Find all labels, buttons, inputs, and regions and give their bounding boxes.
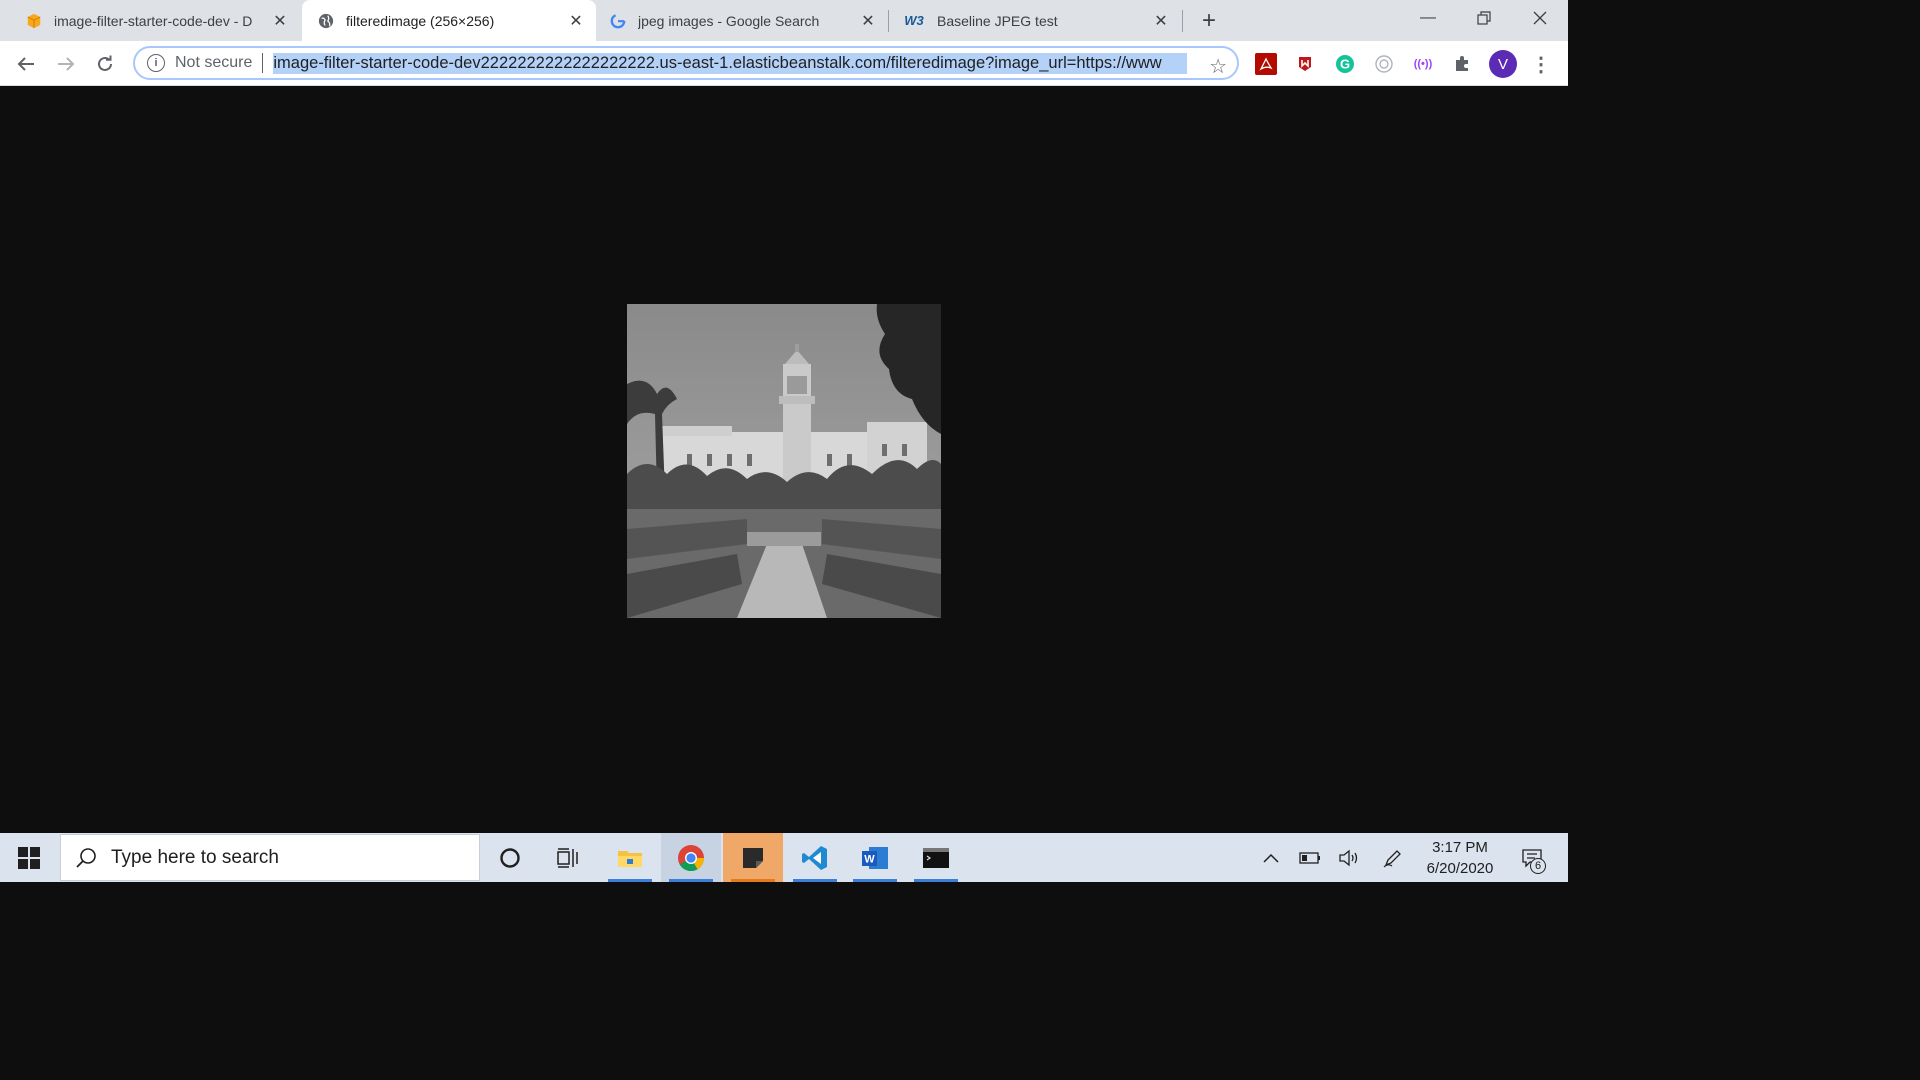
security-status[interactable]: Not secure [175,54,252,72]
tab-title: image-filter-starter-code-dev - D [54,12,253,29]
reload-button[interactable] [91,50,119,78]
broadcast-extension-icon[interactable]: ((•)) [1412,53,1434,75]
tab-title: Baseline JPEG test [937,12,1058,29]
close-window-button[interactable] [1512,0,1568,36]
file-explorer-icon[interactable] [600,833,660,882]
minimize-button[interactable]: — [1400,0,1456,36]
mcafee-extension-icon[interactable] [1294,53,1316,75]
page-content [0,86,1568,833]
notification-center-icon[interactable]: 6 [1512,833,1552,882]
w3c-icon: W3 [904,13,924,28]
back-button[interactable] [12,50,40,78]
filtered-image [627,304,941,618]
grammarly-extension-icon[interactable]: G [1334,53,1356,75]
battery-icon[interactable] [1296,833,1324,882]
new-tab-button[interactable]: + [1196,7,1222,34]
chrome-icon[interactable] [661,833,721,882]
word-icon[interactable]: W [845,833,905,882]
running-indicator [608,879,652,882]
divider [262,53,264,73]
svg-text:G: G [1340,57,1350,72]
restore-button[interactable] [1456,0,1512,36]
tab-google-search[interactable]: jpeg images - Google Search ✕ [596,0,888,41]
pen-icon[interactable] [1380,833,1406,882]
puzzle-extensions-icon[interactable] [1451,53,1473,75]
svg-text:W: W [864,853,875,865]
tab-title: jpeg images - Google Search [638,12,820,29]
menu-kebab-icon[interactable]: ⋮ [1530,53,1552,76]
tab-image-filter[interactable]: image-filter-starter-code-dev - D ✕ [0,0,300,41]
tab-strip: image-filter-starter-code-dev - D ✕ filt… [0,0,1568,41]
running-indicator [793,879,837,882]
clock-time: 3:17 PM [1432,839,1488,856]
notification-count-badge: 6 [1530,858,1546,874]
clock-date: 6/20/2020 [1426,860,1494,877]
vscode-icon[interactable] [785,833,845,882]
tab-separator [1182,10,1183,32]
close-icon[interactable]: ✕ [270,11,290,31]
profile-avatar[interactable]: V [1489,50,1517,78]
volume-icon[interactable] [1336,833,1362,882]
cortana-icon[interactable] [480,833,540,882]
system-clock[interactable]: 3:17 PM 6/20/2020 [1418,837,1502,879]
tab-baseline-jpeg[interactable]: W3 Baseline JPEG test ✕ [889,0,1181,41]
start-button[interactable] [0,833,58,882]
tab-filteredimage[interactable]: filteredimage (256×256) ✕ [302,0,596,41]
aws-box-icon [26,13,42,29]
search-placeholder: Type here to search [111,846,279,868]
running-indicator [669,879,713,882]
close-icon[interactable]: ✕ [566,11,586,31]
windows-taskbar: Type here to search W 3:17 PM 6/20/2020 … [0,833,1568,882]
close-icon[interactable]: ✕ [1151,11,1171,31]
task-view-icon[interactable] [538,833,598,882]
taskbar-search-input[interactable]: Type here to search [60,834,480,881]
close-icon[interactable]: ✕ [858,11,878,31]
acrobat-extension-icon[interactable] [1255,53,1277,75]
show-hidden-icons-chevron-icon[interactable] [1258,833,1284,882]
url-text[interactable]: image-filter-starter-code-dev22222222222… [273,52,1188,74]
google-icon [610,13,626,29]
info-icon[interactable]: i [147,54,165,72]
search-icon [75,847,97,869]
browser-toolbar: i Not secure image-filter-starter-code-d… [0,41,1568,86]
camera-extension-icon[interactable] [1373,53,1395,75]
globe-icon [318,13,334,29]
sticky-notes-icon[interactable] [723,833,783,882]
address-bar[interactable]: i Not secure image-filter-starter-code-d… [133,46,1239,80]
command-prompt-icon[interactable] [906,833,966,882]
tab-title: filteredimage (256×256) [346,12,495,29]
running-indicator [731,879,775,882]
bookmark-star-icon[interactable]: ☆ [1209,54,1227,79]
running-indicator [853,879,897,882]
forward-button[interactable] [52,50,80,78]
running-indicator [914,879,958,882]
